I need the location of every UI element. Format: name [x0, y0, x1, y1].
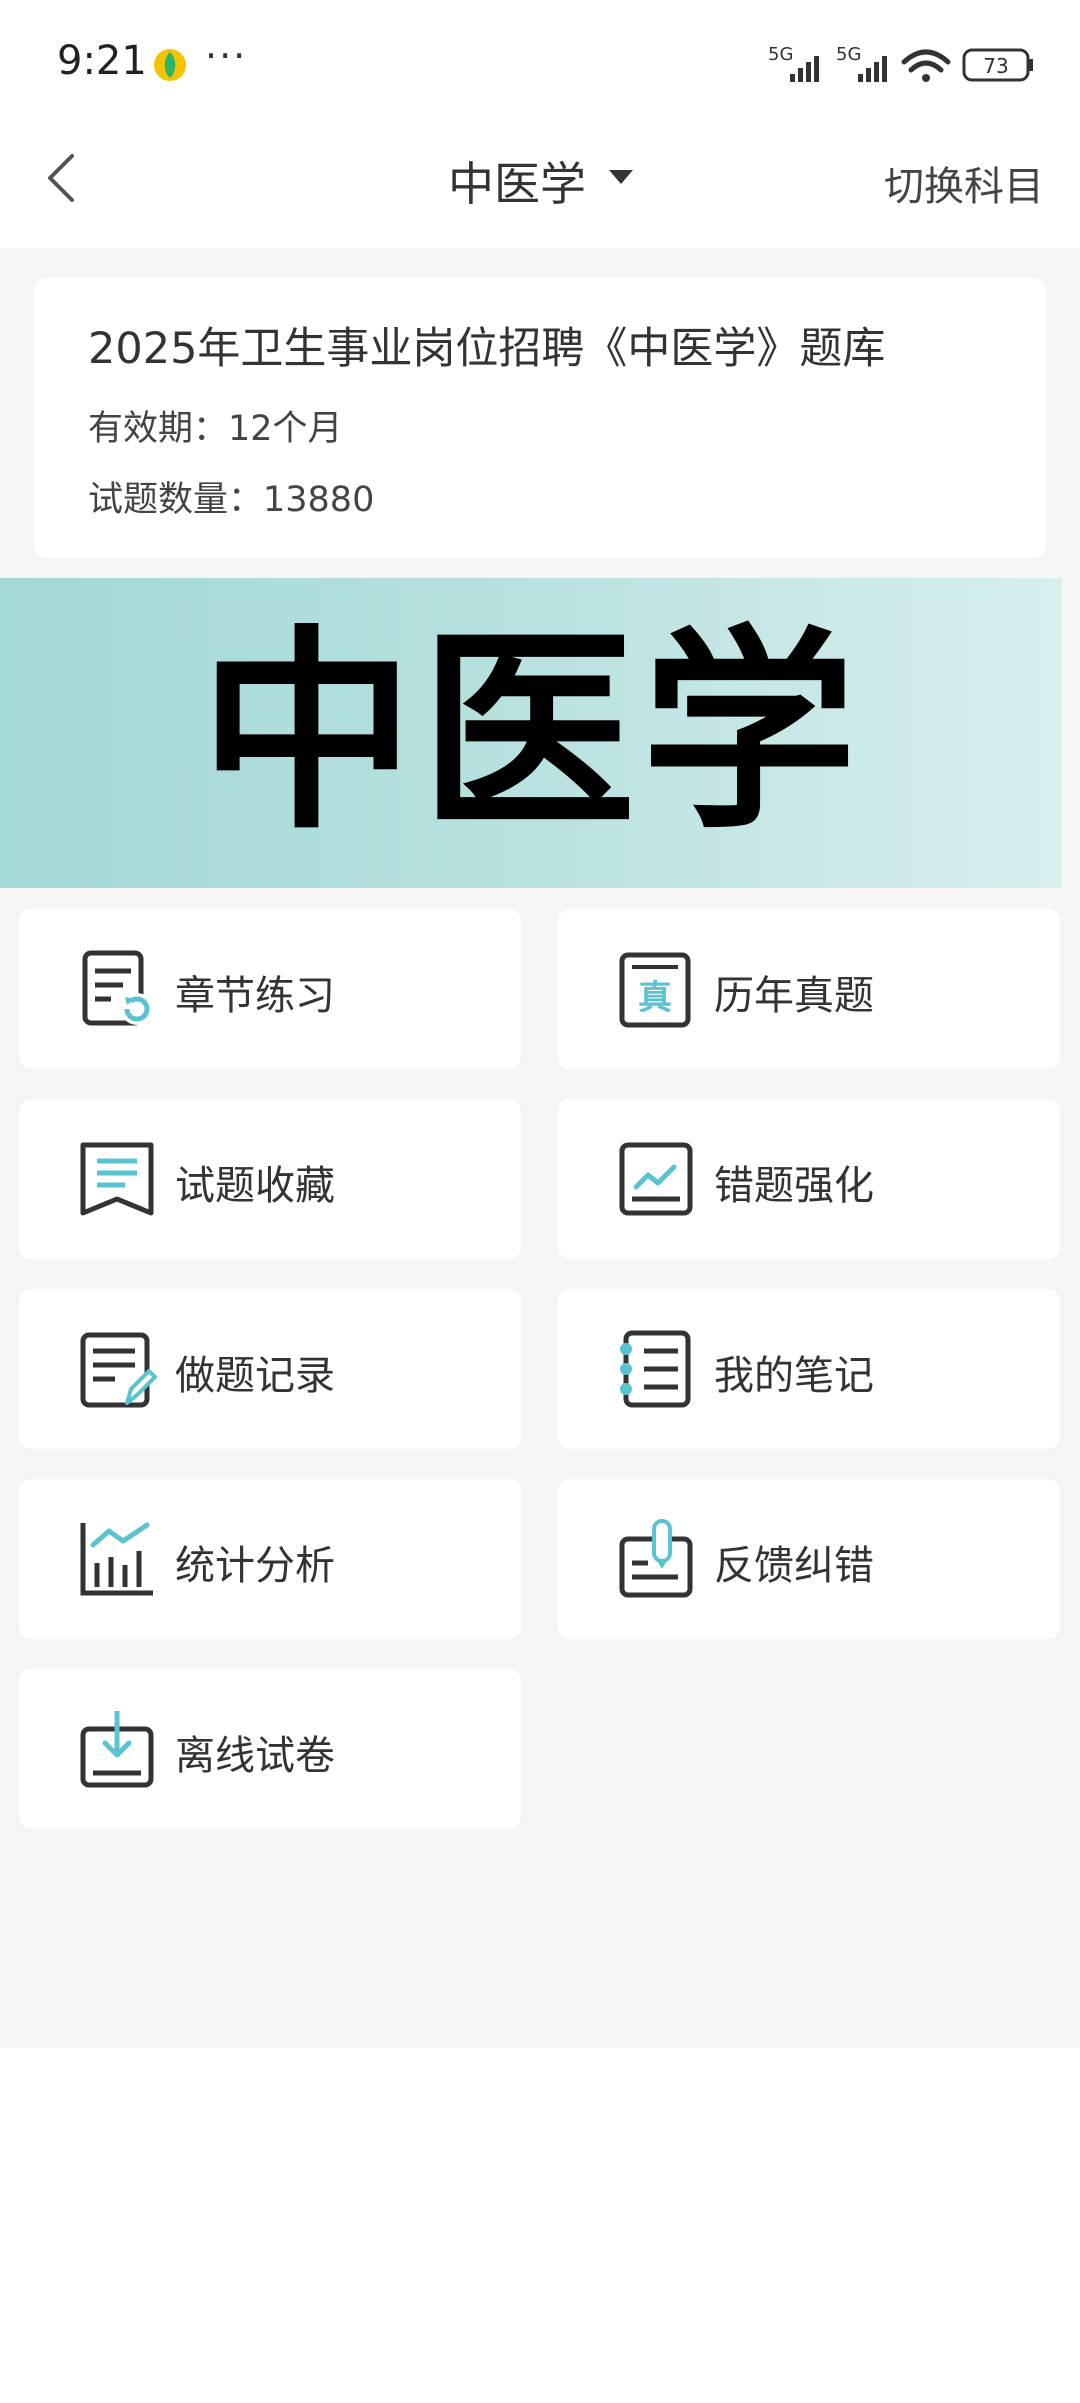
question-bank-title: 2025年卫生事业岗位招聘《中医学》题库 — [88, 324, 886, 374]
question-bank-info-card: 2025年卫生事业岗位招聘《中医学》题库 有效期：12个月 试题数量：13880 — [34, 278, 1046, 558]
menu-label: 离线试卷 — [175, 1733, 335, 1779]
practice-record-icon — [80, 1332, 157, 1408]
status-more-icon: ··· — [205, 34, 248, 78]
switch-subject-button[interactable]: 切换科目 — [884, 154, 1044, 212]
menu-label: 做题记录 — [175, 1353, 335, 1399]
signal-2-label: 5G — [836, 44, 861, 65]
menu-label: 我的笔记 — [714, 1353, 874, 1399]
wrong-questions-icon — [619, 1142, 693, 1216]
question-count: 试题数量：13880 — [88, 480, 375, 520]
subject-banner: 中医学 — [0, 578, 1062, 888]
menu-label: 反馈纠错 — [714, 1543, 874, 1589]
menu-my-notes[interactable]: 我的笔记 — [558, 1289, 1060, 1449]
feedback-icon — [619, 1519, 693, 1598]
menu-practice-record[interactable]: 做题记录 — [19, 1289, 521, 1449]
menu-label: 章节练习 — [175, 973, 335, 1019]
status-time: 9:21 — [57, 38, 147, 84]
validity-period: 有效期：12个月 — [88, 409, 343, 449]
offline-download-icon — [80, 1711, 154, 1788]
signal-1-icon — [790, 56, 819, 82]
music-app-icon — [154, 49, 186, 81]
signal-2-icon — [858, 56, 887, 82]
battery-level: 73 — [983, 54, 1008, 78]
past-exams-icon: 真 — [619, 952, 691, 1028]
menu-label: 历年真题 — [714, 973, 874, 1019]
caret-down-icon[interactable] — [609, 170, 633, 186]
menu-label: 错题强化 — [714, 1163, 874, 1209]
wifi-icon — [901, 49, 951, 73]
menu-bookmarks[interactable]: 试题收藏 — [19, 1099, 521, 1259]
menu-statistics[interactable]: 统计分析 — [19, 1479, 521, 1639]
menu-past-exams[interactable]: 真 历年真题 — [558, 909, 1060, 1069]
status-icons: 5G 5G 73 — [768, 44, 1033, 82]
menu-label: 统计分析 — [175, 1543, 335, 1589]
page-title[interactable]: 中医学 — [448, 148, 586, 214]
chapter-practice-icon — [82, 950, 153, 1026]
banner-title: 中医学 — [199, 607, 863, 858]
menu-wrong-questions[interactable]: 错题强化 — [558, 1099, 1060, 1259]
menu-feedback[interactable]: 反馈纠错 — [558, 1479, 1060, 1639]
signal-1-label: 5G — [768, 44, 793, 65]
menu-chapter-practice[interactable]: 章节练习 — [19, 909, 521, 1069]
bookmark-icon — [80, 1142, 154, 1216]
statistics-icon — [80, 1522, 153, 1596]
back-icon[interactable] — [42, 150, 82, 206]
notes-icon — [620, 1330, 691, 1408]
menu-label: 试题收藏 — [175, 1163, 335, 1209]
svg-text:真: 真 — [638, 978, 672, 1018]
menu-offline-papers[interactable]: 离线试卷 — [19, 1669, 521, 1829]
status-bar: 9:21 ··· 5G 5G 73 — [0, 0, 1080, 126]
